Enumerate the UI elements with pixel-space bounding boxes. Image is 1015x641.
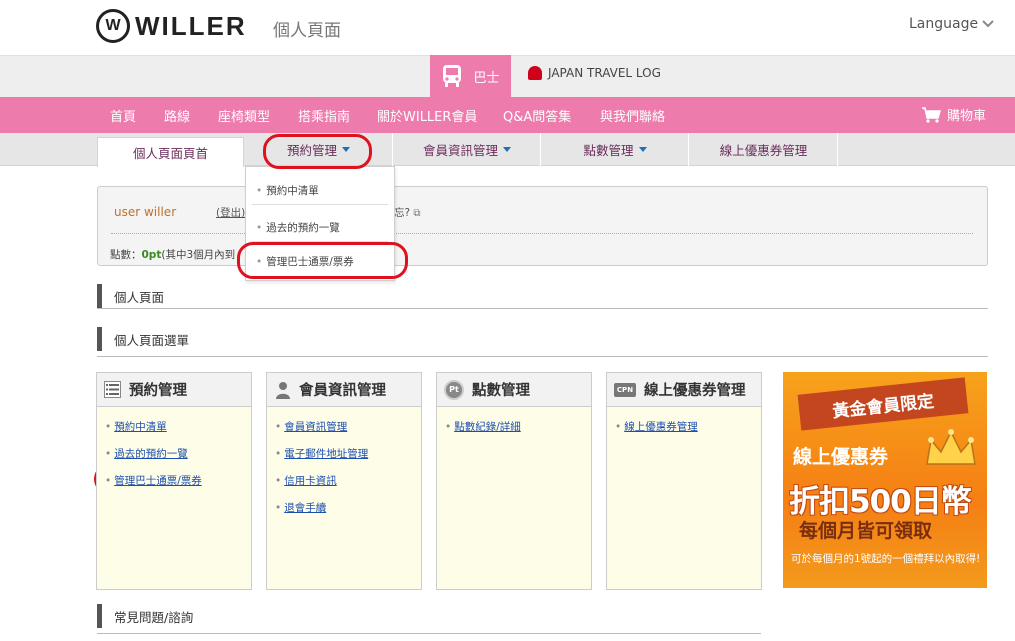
card-title: 點數管理 xyxy=(472,383,530,399)
bus-icon xyxy=(443,65,462,87)
cpn-icon-text: CPN xyxy=(616,385,634,394)
logout-link[interactable]: (登出) xyxy=(216,205,245,220)
section-title: 個人頁面選單 xyxy=(114,332,190,348)
card-title: 會員資訊管理 xyxy=(299,383,386,399)
pt-icon-text: Pt xyxy=(449,385,459,394)
highlight-ring-dropdown-bus-pass xyxy=(237,242,408,279)
list-icon xyxy=(104,381,121,398)
section-faq: 常見問題/諮詢 xyxy=(97,604,193,628)
link-email-management[interactable]: 電子郵件地址管理 xyxy=(275,446,421,461)
nav-seat-types[interactable]: 座椅類型 xyxy=(218,106,270,125)
external-link-icon: ⧉ xyxy=(413,208,421,219)
section-personal-page: 個人頁面 xyxy=(97,284,164,308)
points-note: (其中3個月內到 xyxy=(161,249,236,261)
card-header: 會員資訊管理 xyxy=(267,373,421,407)
section-bar xyxy=(97,284,102,308)
tab-label: 個人頁面頁首 xyxy=(132,146,208,161)
nav-home[interactable]: 首頁 xyxy=(110,106,136,125)
link-points-history[interactable]: 點數紀錄/詳細 xyxy=(445,419,591,434)
chevron-down-icon xyxy=(982,20,994,28)
forgot-hint[interactable]: 忘? ⧉ xyxy=(394,205,421,220)
card-points: Pt 點數管理 點數紀錄/詳細 xyxy=(436,372,592,590)
divider xyxy=(111,233,973,234)
main-nav: 首頁 路線 座椅類型 搭乘指南 關於WILLER會員 Q&A問答集 與我們聯絡 … xyxy=(0,97,1015,133)
page-label: 個人頁面 xyxy=(273,21,341,41)
nav-about-willer-member[interactable]: 關於WILLER會員 xyxy=(377,106,477,125)
crown-icon xyxy=(926,429,976,465)
tab-coupons[interactable]: 線上優惠券管理 xyxy=(690,133,838,166)
section-title: 常見問題/諮詢 xyxy=(114,609,194,625)
tab-label: 點數管理 xyxy=(583,143,634,158)
divider xyxy=(252,204,388,205)
tab-label: 會員資訊管理 xyxy=(422,143,498,158)
pt-icon: Pt xyxy=(444,379,464,400)
forgot-hint-text: 忘? xyxy=(394,207,411,219)
card-header: 預約管理 xyxy=(97,373,251,407)
nav-routes[interactable]: 路線 xyxy=(164,106,190,125)
divider xyxy=(97,633,761,634)
tab-points[interactable]: 點數管理 xyxy=(542,133,689,166)
tab-personal-home[interactable]: 個人頁面頁首 xyxy=(97,137,244,167)
link-manage-bus-pass[interactable]: 管理巴士通票/票券 xyxy=(105,473,251,488)
banner-line-1: 線上優惠券 xyxy=(793,446,889,468)
dropdown-item-past-reservations[interactable]: 過去的預約一覽 xyxy=(256,220,340,235)
cart-link[interactable]: 購物車 xyxy=(921,105,986,124)
section-title: 個人頁面 xyxy=(114,289,165,305)
nav-boarding-guide[interactable]: 搭乘指南 xyxy=(298,106,350,125)
logo-text: WILLER xyxy=(135,10,247,41)
section-bar xyxy=(97,327,102,351)
language-label: Language xyxy=(909,16,979,32)
divider xyxy=(97,308,988,309)
card-header: CPN 線上優惠券管理 xyxy=(607,373,761,407)
link-withdraw-membership[interactable]: 退會手續 xyxy=(275,500,421,515)
link-current-reservations[interactable]: 預約中清單 xyxy=(105,419,251,434)
cart-label: 購物車 xyxy=(947,109,987,124)
service-tab-bus[interactable]: 巴士 xyxy=(430,55,511,97)
tab-label: 線上優惠券管理 xyxy=(719,143,808,158)
person-icon xyxy=(274,381,291,399)
points-label: 點數： xyxy=(110,249,142,261)
section-bar xyxy=(97,604,102,628)
service-bus-label: 巴士 xyxy=(473,70,500,86)
service-tab-japan-travel-log[interactable]: JAPAN TRAVEL LOG xyxy=(528,66,661,80)
language-selector[interactable]: Language xyxy=(909,16,994,32)
cpn-icon: CPN xyxy=(614,382,636,397)
caret-down-icon xyxy=(638,147,647,152)
user-name: user willer xyxy=(114,205,177,219)
willer-logo[interactable]: W WILLER xyxy=(96,8,247,44)
card-header: Pt 點數管理 xyxy=(437,373,591,407)
card-title: 線上優惠券管理 xyxy=(644,383,746,399)
nav-contact[interactable]: 與我們聯絡 xyxy=(600,106,665,125)
card-reservation-management: 預約管理 預約中清單 過去的預約一覽 管理巴士通票/票券 xyxy=(96,372,252,590)
japan-travel-log-icon xyxy=(528,66,542,80)
dropdown-item-current-reservations[interactable]: 預約中清單 xyxy=(256,183,319,198)
link-past-reservations[interactable]: 過去的預約一覽 xyxy=(105,446,251,461)
gold-member-coupon-banner[interactable]: 黃金會員限定 線上優惠券 折扣500日幣 每個月皆可領取 可於每個月的1號起的一… xyxy=(783,372,987,588)
banner-line-3: 每個月皆可領取 xyxy=(799,520,933,542)
link-member-info[interactable]: 會員資訊管理 xyxy=(275,419,421,434)
nav-faq[interactable]: Q&A問答集 xyxy=(503,106,571,125)
member-subtabs: 個人頁面頁首 預約管理 會員資訊管理 點數管理 線上優惠券管理 xyxy=(0,133,1015,167)
highlight-ring-reservation-tab xyxy=(263,134,372,169)
cart-icon xyxy=(922,106,941,123)
link-credit-card[interactable]: 信用卡資訊 xyxy=(275,473,421,488)
points-summary: 點數：0pt(其中3個月內到 xyxy=(110,247,235,262)
banner-line-2: 折扣500日幣 xyxy=(789,484,972,520)
points-value: 0pt xyxy=(141,249,162,261)
logo-mark: W xyxy=(96,9,130,43)
banner-line-4: 可於每個月的1號起的一個禮拜以內取得! xyxy=(791,553,981,565)
section-menu: 個人頁面選單 xyxy=(97,327,189,351)
link-coupon-management[interactable]: 線上優惠券管理 xyxy=(615,419,761,434)
caret-down-icon xyxy=(503,147,511,152)
card-member-info: 會員資訊管理 會員資訊管理 電子郵件地址管理 信用卡資訊 退會手續 xyxy=(266,372,422,590)
divider xyxy=(97,356,988,357)
card-title: 預約管理 xyxy=(129,383,187,399)
card-coupons: CPN 線上優惠券管理 線上優惠券管理 xyxy=(606,372,762,590)
tab-member-info[interactable]: 會員資訊管理 xyxy=(394,133,541,166)
jtl-label: JAPAN TRAVEL LOG xyxy=(548,66,661,80)
banner-ribbon: 黃金會員限定 xyxy=(797,377,969,431)
